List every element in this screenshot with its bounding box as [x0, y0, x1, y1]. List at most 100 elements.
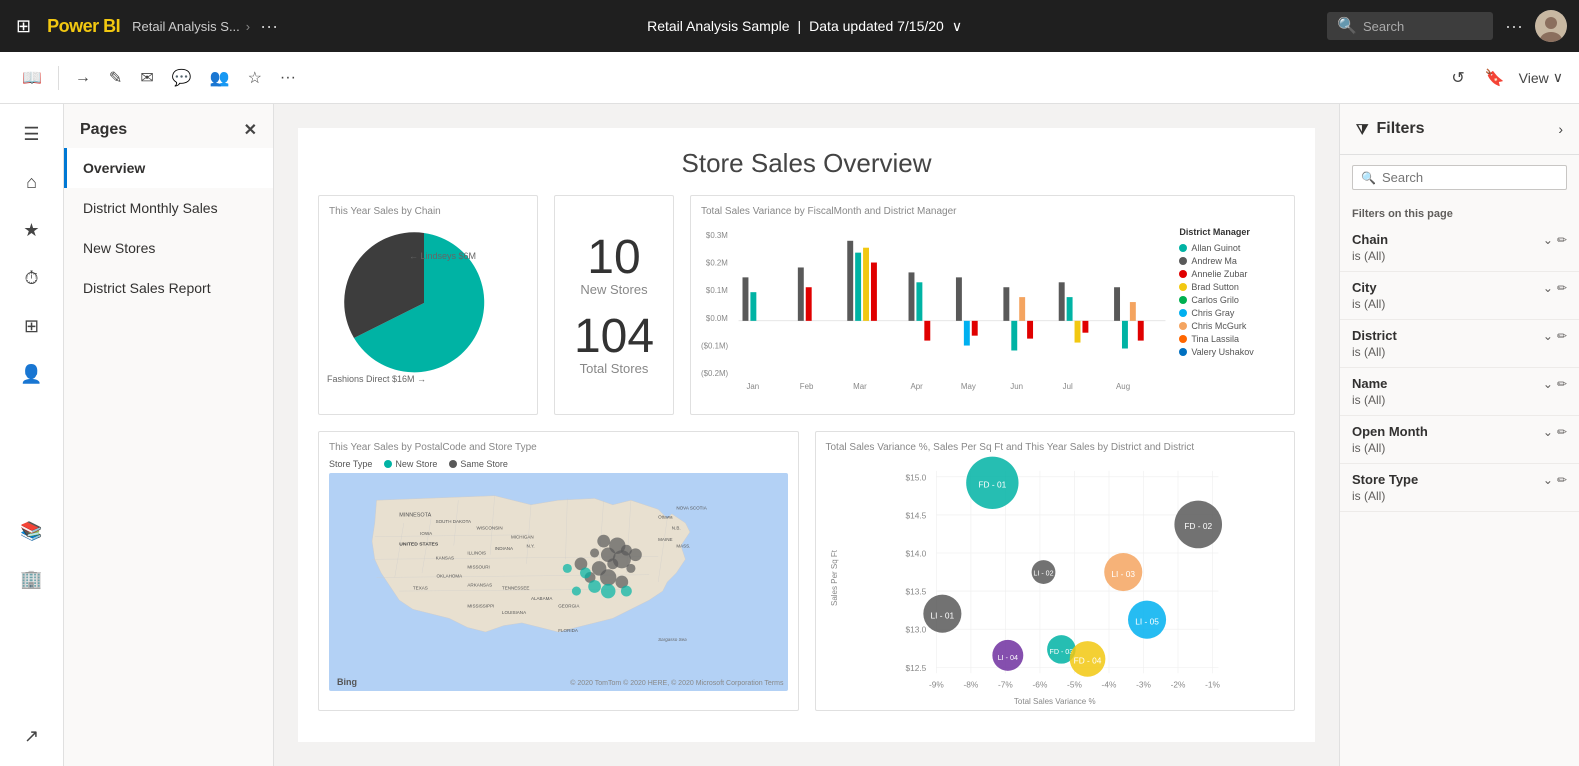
- bar-mar-3[interactable]: [863, 248, 869, 321]
- map-dot-6[interactable]: [629, 548, 642, 561]
- sidebar-item-learn[interactable]: 📚: [10, 509, 54, 553]
- svg-text:-9%: -9%: [929, 679, 944, 689]
- pages-close-button[interactable]: ✕: [244, 120, 257, 140]
- filter-name-chevron[interactable]: ⌄: [1543, 377, 1553, 391]
- bar-may-neg-2[interactable]: [972, 321, 978, 336]
- mail-icon[interactable]: ✉: [134, 62, 159, 94]
- teams-icon[interactable]: 👥: [204, 62, 236, 94]
- map-dot-10[interactable]: [626, 564, 635, 573]
- filter-open-month-chevron[interactable]: ⌄: [1543, 425, 1553, 439]
- toolbar-more-icon[interactable]: ···: [274, 63, 302, 93]
- bookmark-icon[interactable]: 🔖: [1479, 62, 1511, 94]
- sidebar-item-workspace[interactable]: 🏢: [10, 557, 54, 601]
- filter-city-clear[interactable]: ✏: [1557, 281, 1567, 295]
- bar-jul-2[interactable]: [1067, 297, 1073, 321]
- bar-jan-2[interactable]: [750, 292, 756, 321]
- view-button[interactable]: View ∨: [1519, 69, 1563, 86]
- filter-district-clear[interactable]: ✏: [1557, 329, 1567, 343]
- reading-view-icon[interactable]: 📖: [16, 62, 48, 94]
- bar-apr-neg-1[interactable]: [924, 321, 930, 341]
- filter-open-month-name: Open Month: [1352, 424, 1428, 439]
- nav-search-box[interactable]: 🔍: [1327, 12, 1493, 40]
- svg-text:ARKANSAS: ARKANSAS: [467, 583, 492, 588]
- bar-may-1[interactable]: [956, 277, 962, 320]
- sidebar-item-recent[interactable]: ⏱: [10, 256, 54, 300]
- filters-expand-icon[interactable]: ›: [1558, 121, 1563, 137]
- filters-search-input[interactable]: [1382, 170, 1558, 185]
- filters-search-box[interactable]: 🔍: [1352, 165, 1567, 190]
- bar-aug-2[interactable]: [1130, 302, 1136, 321]
- sidebar-item-shared[interactable]: 👤: [10, 352, 54, 396]
- filter-store-type-clear[interactable]: ✏: [1557, 473, 1567, 487]
- favorite-icon[interactable]: ☆: [242, 62, 268, 94]
- user-avatar[interactable]: [1535, 10, 1567, 42]
- sidebar-item-favorites[interactable]: ★: [10, 208, 54, 252]
- bar-jul-neg-2[interactable]: [1082, 321, 1088, 333]
- sidebar-item-home[interactable]: ⌂: [10, 160, 54, 204]
- map-dot-5[interactable]: [590, 548, 599, 557]
- map-dot-8[interactable]: [607, 558, 618, 569]
- canvas: Store Sales Overview This Year Sales by …: [274, 104, 1339, 766]
- map-dot-new-5[interactable]: [601, 584, 616, 599]
- filter-name-clear[interactable]: ✏: [1557, 377, 1567, 391]
- sidebar-item-external[interactable]: ↗: [10, 714, 54, 758]
- filter-district-chevron[interactable]: ⌄: [1543, 329, 1553, 343]
- nav-more-button[interactable]: ···: [1505, 16, 1523, 37]
- filters-panel: ⧩ Filters › 🔍 Filters on this page Chain…: [1339, 104, 1579, 766]
- chat-icon[interactable]: 💬: [166, 62, 198, 94]
- bar-jun-1[interactable]: [1003, 287, 1009, 321]
- bar-mar-2[interactable]: [855, 253, 861, 321]
- bar-aug-neg-1[interactable]: [1122, 321, 1128, 349]
- sidebar-item-apps[interactable]: ⊞: [10, 304, 54, 348]
- chevron-down-nav-icon[interactable]: ∨: [952, 18, 962, 35]
- sidebar-item-hamburger[interactable]: ☰: [10, 112, 54, 156]
- charts-row-1: This Year Sales by Chain Fashions Direct…: [318, 195, 1295, 415]
- map-dot-new-3[interactable]: [588, 580, 601, 593]
- filter-chain-chevron[interactable]: ⌄: [1543, 233, 1553, 247]
- breadcrumb-text[interactable]: Retail Analysis S...: [132, 19, 240, 34]
- bar-jan-1[interactable]: [743, 277, 749, 320]
- filter-city-chevron[interactable]: ⌄: [1543, 281, 1553, 295]
- filters-title-text: Filters: [1377, 120, 1425, 138]
- bar-aug-neg-2[interactable]: [1138, 321, 1144, 341]
- data-updated: Data updated 7/15/20: [809, 18, 944, 34]
- grid-icon[interactable]: ⊞: [12, 12, 35, 41]
- map-dot-new-1[interactable]: [580, 567, 591, 578]
- map-dot-1[interactable]: [597, 535, 610, 548]
- cross-report-icon[interactable]: →: [69, 63, 97, 93]
- bar-mar-4[interactable]: [871, 263, 877, 321]
- bubble-chart-svg: $15.0 $14.5 $14.0 $13.5 $13.0 $12.5: [843, 459, 1285, 697]
- bar-apr-2[interactable]: [916, 282, 922, 321]
- bar-feb-2[interactable]: [806, 287, 812, 321]
- page-item-district-sales-report[interactable]: District Sales Report: [64, 268, 273, 308]
- filters-title: ⧩ Filters: [1356, 120, 1425, 138]
- bar-jun-2[interactable]: [1019, 297, 1025, 321]
- bar-jun-neg-2[interactable]: [1027, 321, 1033, 339]
- filter-store-type-chevron[interactable]: ⌄: [1543, 473, 1553, 487]
- bar-feb-1[interactable]: [798, 267, 804, 320]
- map-container[interactable]: MINNESOTA SOUTH DAKOTA WISCONSIN IOWA UN…: [329, 473, 788, 691]
- map-dot-new-2[interactable]: [563, 564, 572, 573]
- nav-search-input[interactable]: [1363, 19, 1483, 34]
- svg-text:N.B.: N.B.: [672, 525, 681, 530]
- map-dot-new-4[interactable]: [572, 587, 581, 596]
- bar-jul-neg-1[interactable]: [1075, 321, 1081, 343]
- filter-open-month-clear[interactable]: ✏: [1557, 425, 1567, 439]
- map-dot-13[interactable]: [600, 569, 616, 585]
- bar-mar-1[interactable]: [847, 241, 853, 321]
- bar-aug-1[interactable]: [1114, 287, 1120, 321]
- page-item-overview[interactable]: Overview: [64, 148, 273, 188]
- page-item-district-monthly-sales[interactable]: District Monthly Sales: [64, 188, 273, 228]
- page-item-new-stores[interactable]: New Stores: [64, 228, 273, 268]
- map-dot-new-6[interactable]: [621, 586, 632, 597]
- toolbar: 📖 → ✎ ✉ 💬 👥 ☆ ··· ↺ 🔖 View ∨: [0, 52, 1579, 104]
- svg-text:MASS.: MASS.: [676, 543, 690, 548]
- bar-may-neg-1[interactable]: [964, 321, 970, 346]
- filter-chain-clear[interactable]: ✏: [1557, 233, 1567, 247]
- bar-jul-1[interactable]: [1059, 282, 1065, 321]
- undo-icon[interactable]: ↺: [1445, 62, 1470, 94]
- breadcrumb-dots[interactable]: ···: [256, 12, 282, 41]
- bar-jun-neg-1[interactable]: [1011, 321, 1017, 351]
- edit-icon[interactable]: ✎: [103, 62, 128, 94]
- bar-apr-1[interactable]: [909, 272, 915, 320]
